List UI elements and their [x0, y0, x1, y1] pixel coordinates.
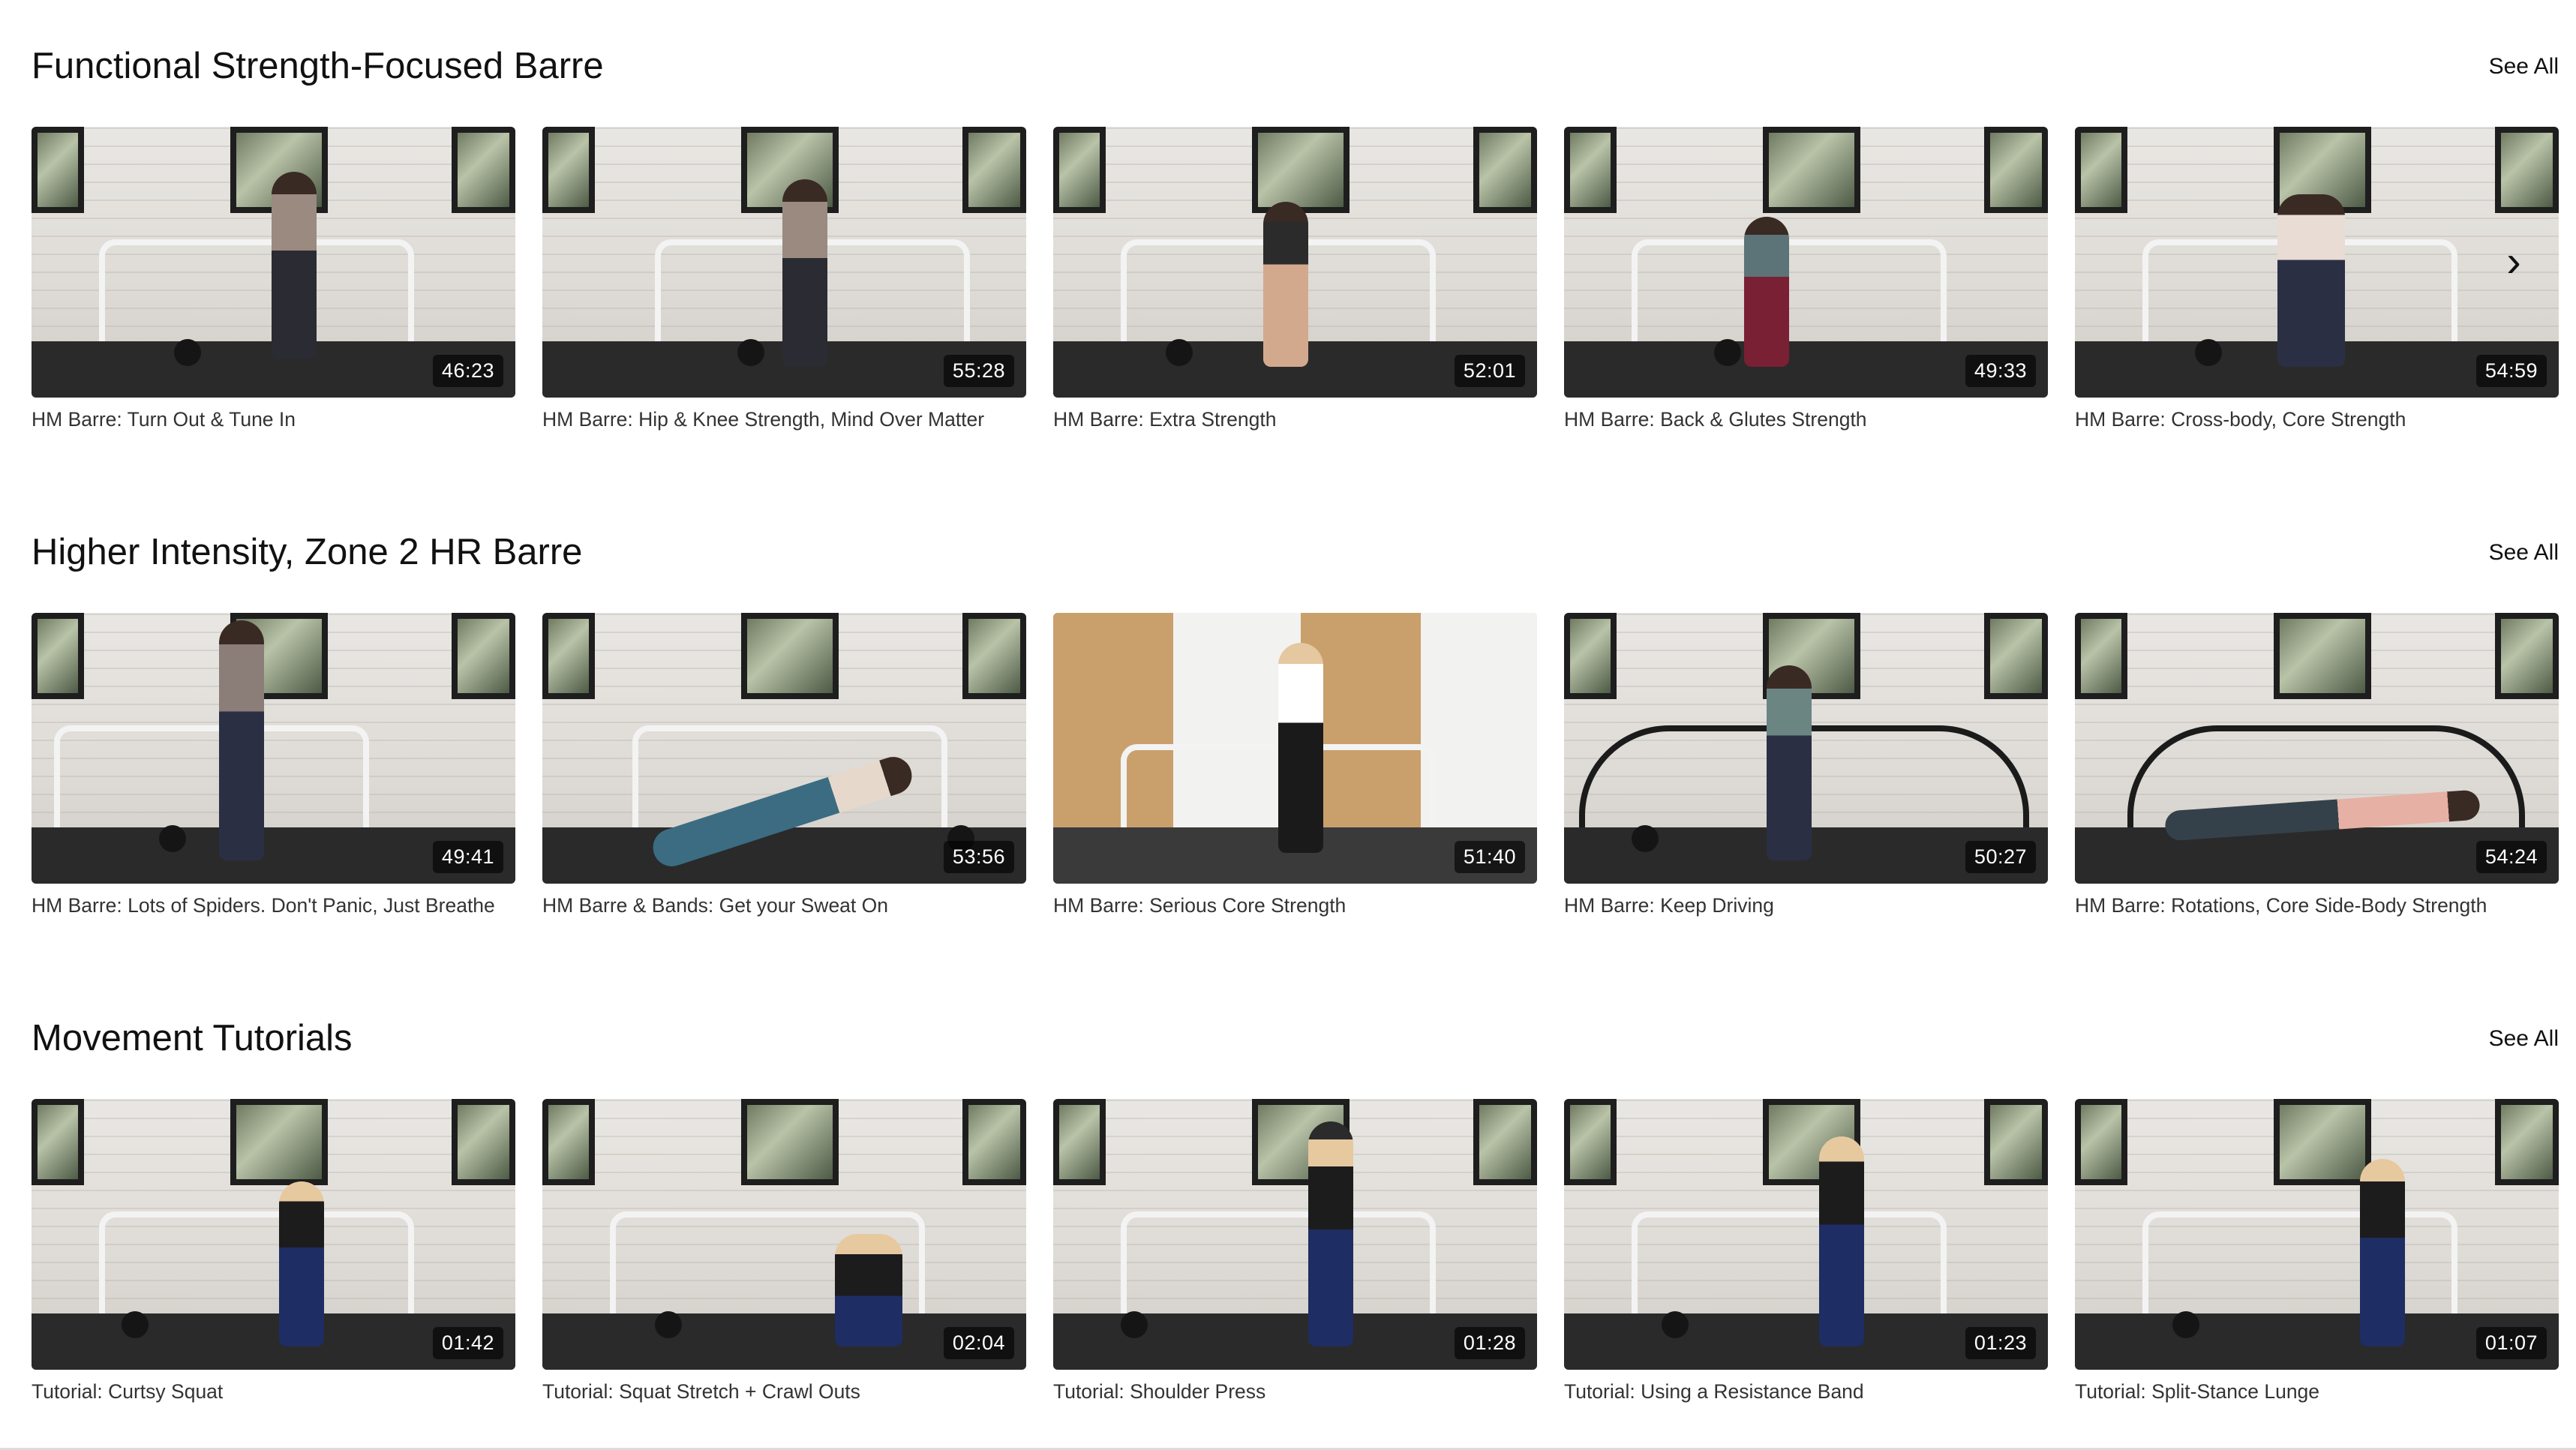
video-title[interactable]: HM Barre & Bands: Get your Sweat On: [542, 891, 1026, 920]
video-thumbnail[interactable]: 01:28: [1053, 1099, 1537, 1370]
video-card[interactable]: 02:04 Tutorial: Squat Stretch + Crawl Ou…: [542, 1099, 1026, 1406]
video-thumbnail[interactable]: 52:01: [1053, 127, 1537, 398]
video-card[interactable]: 01:28 Tutorial: Shoulder Press: [1053, 1099, 1537, 1406]
video-card[interactable]: 49:41 HM Barre: Lots of Spiders. Don't P…: [32, 613, 515, 920]
video-thumbnail[interactable]: 02:04: [542, 1099, 1026, 1370]
video-title[interactable]: Tutorial: Using a Resistance Band: [1564, 1377, 2048, 1406]
video-card[interactable]: 52:01 HM Barre: Extra Strength: [1053, 127, 1537, 434]
video-row: 01:42 Tutorial: Curtsy Squat 02:04 Tutor…: [32, 1099, 2559, 1403]
video-thumbnail[interactable]: 01:07: [2075, 1099, 2559, 1370]
video-thumbnail[interactable]: 53:56: [542, 613, 1026, 884]
video-row: 46:23 HM Barre: Turn Out & Tune In 55:28…: [32, 127, 2559, 431]
video-card[interactable]: 50:27 HM Barre: Keep Driving: [1564, 613, 2048, 920]
video-card[interactable]: › 54:59 HM Barre: Cross-body, Core Stren…: [2075, 127, 2559, 434]
video-title[interactable]: Tutorial: Split-Stance Lunge: [2075, 1377, 2559, 1406]
video-card[interactable]: 53:56 HM Barre & Bands: Get your Sweat O…: [542, 613, 1026, 920]
video-title[interactable]: HM Barre: Cross-body, Core Strength: [2075, 405, 2559, 434]
duration-badge: 55:28: [943, 355, 1014, 387]
section-title: Movement Tutorials: [32, 1018, 353, 1058]
video-card[interactable]: 49:33 HM Barre: Back & Glutes Strength: [1564, 127, 2048, 434]
video-title[interactable]: Tutorial: Shoulder Press: [1053, 1377, 1537, 1406]
video-title[interactable]: HM Barre: Serious Core Strength: [1053, 891, 1537, 920]
duration-badge: 49:41: [432, 841, 503, 873]
section-title: Functional Strength-Focused Barre: [32, 46, 604, 86]
duration-badge: 50:27: [1965, 841, 2036, 873]
video-title[interactable]: HM Barre: Rotations, Core Side-Body Stre…: [2075, 891, 2559, 920]
video-card[interactable]: 51:40 HM Barre: Serious Core Strength: [1053, 613, 1537, 920]
see-all-link[interactable]: See All: [2489, 54, 2559, 80]
duration-badge: 46:23: [432, 355, 503, 387]
video-card[interactable]: 46:23 HM Barre: Turn Out & Tune In: [32, 127, 515, 434]
duration-badge: 53:56: [943, 841, 1014, 873]
video-title[interactable]: HM Barre: Lots of Spiders. Don't Panic, …: [32, 891, 515, 920]
video-thumbnail[interactable]: 49:41: [32, 613, 515, 884]
duration-badge: 54:59: [2475, 355, 2547, 387]
duration-badge: 01:23: [1965, 1327, 2036, 1359]
duration-badge: 01:07: [2475, 1327, 2547, 1359]
duration-badge: 01:42: [432, 1327, 503, 1359]
video-title[interactable]: Tutorial: Curtsy Squat: [32, 1377, 515, 1406]
video-card[interactable]: 01:23 Tutorial: Using a Resistance Band: [1564, 1099, 2048, 1406]
section-title: Higher Intensity, Zone 2 HR Barre: [32, 532, 583, 572]
duration-badge: 49:33: [1965, 355, 2036, 387]
video-thumbnail[interactable]: 51:40: [1053, 613, 1537, 884]
video-thumbnail[interactable]: 50:27: [1564, 613, 2048, 884]
video-thumbnail[interactable]: 54:24: [2075, 613, 2559, 884]
see-all-link[interactable]: See All: [2489, 540, 2559, 566]
duration-badge: 51:40: [1454, 841, 1525, 873]
video-title[interactable]: HM Barre: Keep Driving: [1564, 891, 2048, 920]
video-thumbnail[interactable]: 01:23: [1564, 1099, 2048, 1370]
duration-badge: 01:28: [1454, 1327, 1525, 1359]
video-card[interactable]: 55:28 HM Barre: Hip & Knee Strength, Min…: [542, 127, 1026, 434]
video-title[interactable]: Tutorial: Squat Stretch + Crawl Outs: [542, 1377, 1026, 1406]
video-title[interactable]: HM Barre: Extra Strength: [1053, 405, 1537, 434]
chevron-right-icon[interactable]: ›: [2499, 239, 2529, 284]
video-thumbnail[interactable]: 46:23: [32, 127, 515, 398]
video-card[interactable]: 01:07 Tutorial: Split-Stance Lunge: [2075, 1099, 2559, 1406]
duration-badge: 54:24: [2475, 841, 2547, 873]
video-thumbnail[interactable]: 01:42: [32, 1099, 515, 1370]
duration-badge: 02:04: [943, 1327, 1014, 1359]
video-card[interactable]: 01:42 Tutorial: Curtsy Squat: [32, 1099, 515, 1406]
video-row: 49:41 HM Barre: Lots of Spiders. Don't P…: [32, 613, 2559, 917]
duration-badge: 52:01: [1454, 355, 1525, 387]
video-thumbnail[interactable]: 55:28: [542, 127, 1026, 398]
video-title[interactable]: HM Barre: Turn Out & Tune In: [32, 405, 515, 434]
video-title[interactable]: HM Barre: Back & Glutes Strength: [1564, 405, 2048, 434]
video-card[interactable]: 54:24 HM Barre: Rotations, Core Side-Bod…: [2075, 613, 2559, 920]
video-library-page: Functional Strength-Focused Barre See Al…: [0, 0, 2576, 1450]
video-thumbnail[interactable]: › 54:59: [2075, 127, 2559, 398]
see-all-link[interactable]: See All: [2489, 1026, 2559, 1052]
video-title[interactable]: HM Barre: Hip & Knee Strength, Mind Over…: [542, 405, 1026, 434]
video-thumbnail[interactable]: 49:33: [1564, 127, 2048, 398]
